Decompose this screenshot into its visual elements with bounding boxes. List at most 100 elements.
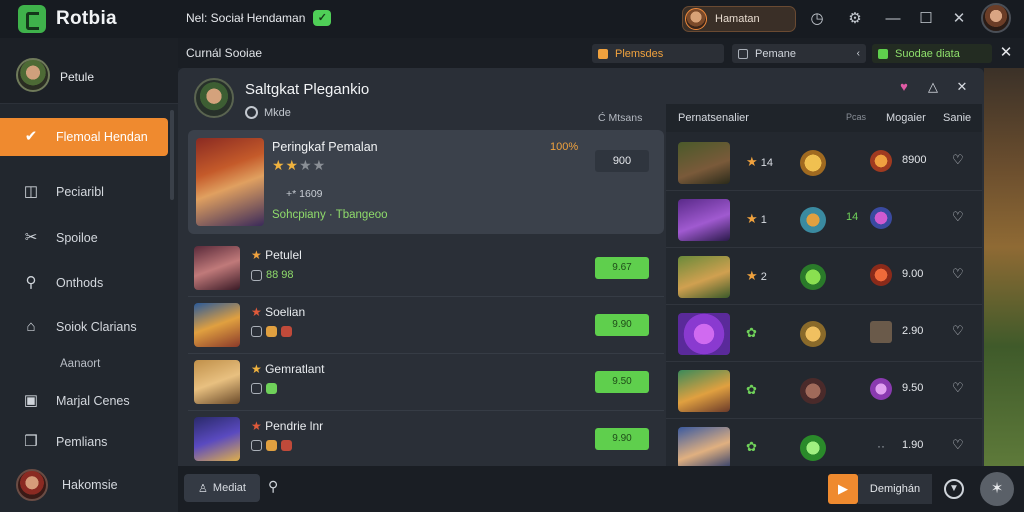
table-row[interactable]: ★ 14 8900 ♡ xyxy=(666,134,982,191)
heart-icon[interactable]: ♡ xyxy=(952,323,964,339)
sidebar-item-label: Marjal Cenes xyxy=(56,394,130,408)
status-text: Nel: Sociał Hendaman xyxy=(186,11,306,25)
star-icon: ★ xyxy=(746,268,758,283)
close-icon[interactable]: ✕ xyxy=(949,9,969,29)
sidebar-item-onthods[interactable]: ⚲ Onthods xyxy=(0,264,168,302)
app-name: Rotbia xyxy=(56,8,117,29)
play-icon[interactable]: ▶ xyxy=(828,474,858,504)
clock-icon[interactable]: ◷ xyxy=(807,9,827,29)
column-header: Sanie xyxy=(943,112,972,124)
heart-icon[interactable]: ♡ xyxy=(952,152,964,168)
maximize-icon[interactable]: ☐ xyxy=(916,9,936,29)
sidebar-item-label: Onthods xyxy=(56,276,104,290)
row-thumbnail xyxy=(678,370,730,412)
sidebar-item-label: Flemoal Hendan xyxy=(56,130,148,144)
sidebar-item-peciaribl[interactable]: ◫ Peciaribl xyxy=(0,173,168,211)
search-icon[interactable]: ⚲ xyxy=(268,478,288,498)
bottom-action-label[interactable]: Demighán xyxy=(858,474,932,504)
sidebar-item-label: Peciaribl xyxy=(56,185,104,199)
sidebar-item-marjal[interactable]: ▣ Marjal Cenes xyxy=(0,382,168,420)
row-thumbnail xyxy=(678,142,730,184)
sidebar-scrollbar[interactable] xyxy=(170,110,174,200)
table-row[interactable]: ✿ 2.90 ♡ xyxy=(666,305,982,362)
user-chip[interactable]: Hamatan xyxy=(682,6,796,32)
list-item[interactable]: ★ Soelian 9.90 xyxy=(188,297,664,354)
mode-icon xyxy=(245,106,258,119)
title-bar: Rotbia Nel: Sociał Hendaman ✓ Hamatan ◷ … xyxy=(0,0,1024,38)
filter-chip-pemane[interactable]: Pemane ‹ xyxy=(732,44,866,63)
page-subtitle: Mkde xyxy=(245,106,291,119)
coin-icon xyxy=(800,378,826,404)
row-value: 1.90 xyxy=(902,439,924,451)
media-button[interactable]: ♙ Mediat xyxy=(184,474,260,502)
row-thumbnail xyxy=(678,256,730,298)
filter-chip-plemsdes[interactable]: Plemsdes xyxy=(592,44,724,63)
status-area: Nel: Sociał Hendaman ✓ xyxy=(186,10,332,26)
heart-icon[interactable]: ♡ xyxy=(952,380,964,396)
header-right-label: Ć Mtsans xyxy=(598,112,643,124)
item-price-button[interactable]: 9.90 xyxy=(595,314,649,336)
list-item[interactable]: ★ Petulel 88 98 9.67 xyxy=(188,240,664,297)
heart-icon[interactable]: ♡ xyxy=(952,266,964,282)
dash-icon: ·· xyxy=(877,439,885,453)
row-thumbnail xyxy=(678,313,730,355)
sidebar-section-label: Aanaort xyxy=(60,358,101,370)
table-row[interactable]: ★ 1 14 ♡ xyxy=(666,191,982,248)
chevron-down-icon[interactable]: ▼ xyxy=(944,479,964,499)
gem-icon xyxy=(870,321,892,343)
heart-icon[interactable]: ♡ xyxy=(952,209,964,225)
verified-check-icon: ✓ xyxy=(313,10,332,26)
featured-item[interactable]: Peringkaf Pemalan 100% ★★★★ +* 1609 Sohc… xyxy=(188,130,664,234)
row-value: 2.90 xyxy=(902,325,924,337)
product-list: Peringkaf Pemalan 100% ★★★★ +* 1609 Sohc… xyxy=(188,130,664,468)
star-icon: ★ xyxy=(746,154,758,169)
coin-icon xyxy=(800,207,826,233)
filter-chip-suodae[interactable]: Suodae diata xyxy=(872,44,992,63)
item-thumbnail xyxy=(194,360,240,404)
sidebar-item-spoiloe[interactable]: ✂ Spoiloe xyxy=(0,219,168,257)
warning-icon[interactable]: △ xyxy=(924,78,942,96)
gear-icon[interactable]: ⚙ xyxy=(845,9,865,29)
tag-icon xyxy=(598,48,608,59)
heart-icon[interactable]: ♥ xyxy=(895,78,913,96)
close-icon[interactable]: ✕ xyxy=(996,43,1016,63)
settings-round-icon[interactable]: ✶ xyxy=(980,472,1014,506)
column-header: Pcas xyxy=(846,112,867,122)
list-item[interactable]: ★ Pendrie lnr 9.90 xyxy=(188,411,664,468)
item-price-button[interactable]: 9.50 xyxy=(595,371,649,393)
featured-meta: +* 1609 xyxy=(286,188,323,200)
collapse-icon[interactable]: ✕ xyxy=(953,78,971,96)
coin-icon xyxy=(800,435,826,461)
sidebar-item-label: Pemlians xyxy=(56,435,108,449)
list-item[interactable]: ★ Gemratlant 9.50 xyxy=(188,354,664,411)
table-row[interactable]: ★ 2 9.00 ♡ xyxy=(666,248,982,305)
row-rank: ★ 2 xyxy=(746,268,767,283)
sidebar-profile[interactable]: Petule xyxy=(0,38,178,104)
subheader-title: Curnál Sooiae xyxy=(186,46,263,60)
row-rank: ★ 1 xyxy=(746,211,767,226)
sidebar-item-label: Hakomsie xyxy=(62,478,118,492)
rating-stars: ★★★★ xyxy=(272,157,327,173)
minimize-icon[interactable]: — xyxy=(883,9,903,29)
sidebar-item-soiok[interactable]: ⌂ Soiok Clarians xyxy=(0,308,168,346)
row-rank: ✿ xyxy=(746,382,757,398)
sidebar-item-flemoal[interactable]: ✔ Flemoal Hendan xyxy=(0,118,168,156)
sidebar-item-hakomsie[interactable]: Hakomsie xyxy=(0,466,168,504)
tag-icon: ◫ xyxy=(23,183,39,200)
item-price-button[interactable]: 9.90 xyxy=(595,428,649,450)
sidebar-item-pemlians[interactable]: ❒ Pemlians xyxy=(0,423,168,461)
featured-percent: 100% xyxy=(550,141,579,153)
coin-icon xyxy=(800,321,826,347)
row-thumbnail xyxy=(678,199,730,241)
tools-icon: ✂ xyxy=(24,229,38,246)
heart-icon[interactable]: ♡ xyxy=(952,437,964,453)
leaf-icon: ✿ xyxy=(746,439,757,454)
item-thumbnail xyxy=(194,417,240,461)
row-rank: ★ 14 xyxy=(746,154,773,169)
main-panel: Saltgkat Plegankio Mkde Ć Mtsans ♥ △ ✕ P… xyxy=(178,68,984,476)
item-price-button[interactable]: 9.67 xyxy=(595,257,649,279)
table-row[interactable]: ✿ 9.50 ♡ xyxy=(666,362,982,419)
featured-amount[interactable]: 900 xyxy=(595,150,649,172)
profile-avatar[interactable] xyxy=(981,3,1011,33)
sidebar-profile-name: Petule xyxy=(60,70,95,84)
